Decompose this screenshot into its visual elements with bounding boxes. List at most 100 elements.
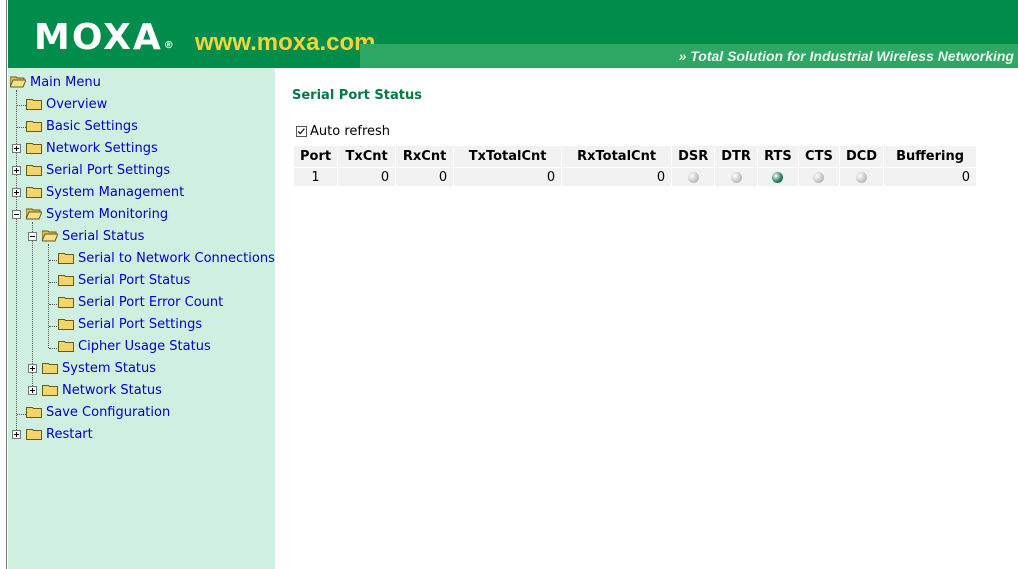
cell-txtotalcnt: 0 (453, 167, 563, 187)
menu-item-label: Network Status (62, 383, 162, 398)
column-header-port: Port (292, 145, 339, 168)
column-header-dtr: DTR (714, 145, 758, 168)
checkmark-icon (297, 128, 305, 135)
folder-icon (42, 362, 58, 374)
folder-icon (26, 98, 42, 110)
open-folder-icon (42, 230, 58, 241)
open-folder-icon (26, 208, 42, 219)
menu-item-label: System Management (46, 185, 185, 200)
menu-item-serial-port-status[interactable]: Serial Port Status (58, 272, 190, 290)
menu-item-label: Cipher Usage Status (78, 339, 211, 354)
menu-item-cipher-usage-status[interactable]: Cipher Usage Status (58, 338, 211, 356)
column-header-cts: CTS (797, 145, 840, 168)
column-header-rxcnt: RxCnt (395, 145, 455, 168)
menu-item-system-monitoring[interactable]: System Monitoring (12, 206, 168, 224)
menu-item-label: Basic Settings (46, 119, 138, 134)
menu-item-label: System Status (62, 361, 157, 376)
serial-port-status-table: Port TxCnt RxCnt TxTotalCnt RxTotalCnt D… (292, 145, 978, 187)
menu-item-serial-port-settings[interactable]: Serial Port Settings (12, 162, 170, 180)
column-header-txcnt: TxCnt (337, 145, 397, 168)
tree-line (49, 304, 57, 305)
logo-text: MOXA (34, 17, 163, 58)
plus-expander-icon[interactable] (12, 430, 21, 439)
dtr-led-icon (730, 171, 742, 183)
menu-item-save-configuration[interactable]: Save Configuration (26, 404, 170, 422)
plus-expander-icon[interactable] (12, 188, 21, 197)
menu-item-label: Network Settings (46, 141, 158, 156)
menu-root-main-menu[interactable]: Main Menu (10, 74, 101, 92)
menu-item-label: Serial Port Error Count (78, 295, 224, 310)
plus-expander-icon[interactable] (28, 364, 37, 373)
tree-line (17, 127, 26, 128)
folder-icon (26, 406, 42, 418)
cell-rxcnt: 0 (395, 167, 455, 187)
menu-item-system-management[interactable]: System Management (12, 184, 184, 202)
menu-item-label: Main Menu (30, 75, 101, 90)
folder-icon (26, 428, 42, 440)
plus-expander-icon[interactable] (12, 144, 21, 153)
menu-item-system-status[interactable]: System Status (28, 360, 156, 378)
folder-icon (58, 274, 74, 286)
plus-expander-icon[interactable] (12, 166, 21, 175)
cell-buffering: 0 (883, 167, 978, 187)
tree-line (49, 260, 57, 261)
tree-line (17, 105, 26, 106)
minus-collapser-icon[interactable] (28, 232, 37, 241)
folder-icon (26, 142, 42, 154)
tagline-text: » Total Solution for Industrial Wireless… (678, 48, 1014, 64)
header-banner: MOXA® www.moxa.com » Total Solution for … (8, 0, 1018, 68)
menu-item-label: Serial Port Settings (78, 317, 203, 332)
moxa-logo: MOXA® (34, 18, 174, 58)
menu-item-serial-port-settings-status[interactable]: Serial Port Settings (58, 316, 202, 334)
cell-txcnt: 0 (337, 167, 397, 187)
auto-refresh-label: Auto refresh (310, 124, 391, 139)
menu-item-serial-port-error-count[interactable]: Serial Port Error Count (58, 294, 223, 312)
cell-rts (756, 167, 799, 187)
menu-item-label: Serial to Network Connections (78, 251, 275, 266)
menu-item-serial-status[interactable]: Serial Status (28, 228, 144, 246)
folder-icon (58, 296, 74, 308)
menu-item-label: Restart (46, 427, 93, 442)
auto-refresh-checkbox[interactable] (296, 126, 307, 137)
minus-collapser-icon[interactable] (12, 210, 21, 219)
plus-expander-icon[interactable] (28, 386, 37, 395)
menu-item-basic-settings[interactable]: Basic Settings (26, 118, 138, 136)
cell-cts (797, 167, 840, 187)
folder-icon (58, 340, 74, 352)
rts-led-icon (772, 171, 784, 183)
folder-icon (58, 252, 74, 264)
column-header-rxtotalcnt: RxTotalCnt (561, 145, 673, 168)
moxa-url: www.moxa.com (195, 29, 376, 56)
cell-dsr (671, 167, 716, 187)
tree-line (17, 414, 26, 415)
menu-item-overview[interactable]: Overview (26, 96, 107, 114)
folder-icon (26, 164, 42, 176)
folder-icon (26, 120, 42, 132)
cell-dcd (838, 167, 885, 187)
main-content: Serial Port Status Auto refresh Port TxC… (275, 68, 1018, 569)
menu-item-label: Serial Status (62, 229, 145, 244)
menu-item-label: Serial Port Settings (46, 163, 171, 178)
menu-item-network-status[interactable]: Network Status (28, 382, 162, 400)
cell-dtr (714, 167, 758, 187)
open-folder-icon (10, 76, 26, 87)
dcd-led-icon (856, 171, 867, 183)
auto-refresh-toggle[interactable]: Auto refresh (296, 124, 390, 139)
menu-item-restart[interactable]: Restart (12, 426, 93, 444)
menu-item-label: Overview (46, 97, 108, 112)
tagline-bar: » Total Solution for Industrial Wireless… (360, 44, 1018, 68)
menu-item-network-settings[interactable]: Network Settings (12, 140, 158, 158)
cell-port: 1 (292, 167, 339, 187)
column-header-buffering: Buffering (883, 145, 978, 168)
page-title: Serial Port Status (292, 88, 422, 103)
menu-item-label: Serial Port Status (78, 273, 191, 288)
table-row: 1 0 0 0 0 0 (292, 167, 978, 187)
tree-line (49, 348, 57, 349)
tree-line (49, 326, 57, 327)
cell-rxtotalcnt: 0 (561, 167, 673, 187)
menu-item-serial-to-network-connections[interactable]: Serial to Network Connections (58, 250, 275, 268)
logo-registered-mark: ® (163, 40, 174, 51)
column-header-dcd: DCD (838, 145, 885, 168)
column-header-dsr: DSR (671, 145, 716, 168)
menu-item-label: System Monitoring (46, 207, 169, 222)
